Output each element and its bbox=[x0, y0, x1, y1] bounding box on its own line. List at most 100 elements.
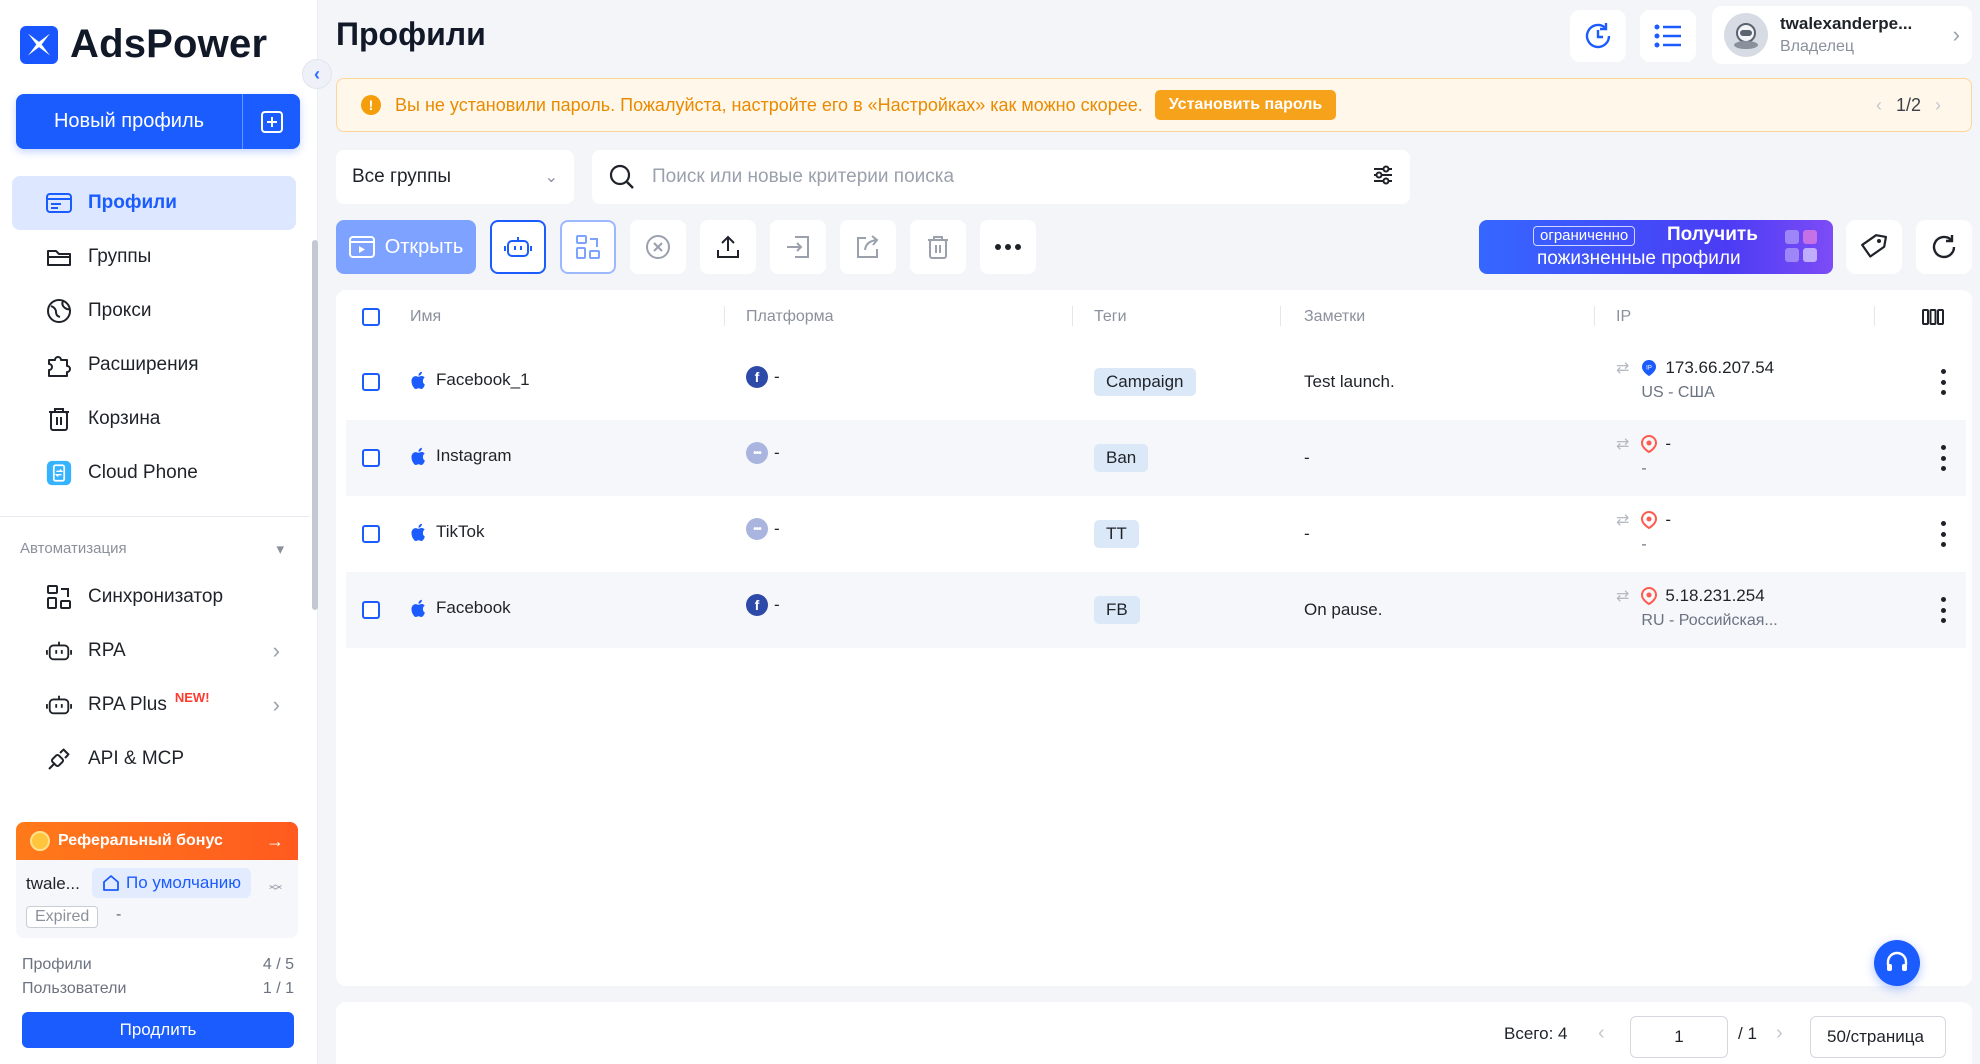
row-checkbox[interactable] bbox=[362, 525, 380, 543]
tag-manager-button[interactable] bbox=[1846, 220, 1902, 274]
table-row[interactable]: Facebook f - FB On pause. ⇄ 5.18.231.254… bbox=[346, 572, 1966, 648]
automation-section-header[interactable]: Автоматизация ▾ bbox=[20, 540, 284, 558]
robot-icon bbox=[46, 692, 72, 718]
search-input[interactable] bbox=[652, 166, 1372, 188]
move-to-group-button[interactable] bbox=[770, 220, 826, 274]
sidebar-item-synchronizer[interactable]: Синхронизатор bbox=[12, 570, 296, 624]
svg-text:IP: IP bbox=[1647, 366, 1653, 372]
page-number-input[interactable]: 1 bbox=[1630, 1016, 1728, 1058]
plug-icon bbox=[46, 746, 72, 772]
sidebar-item-groups[interactable]: Группы bbox=[12, 230, 296, 284]
profiles-toolbar: Открыть bbox=[336, 220, 1036, 274]
column-divider[interactable] bbox=[1874, 306, 1875, 326]
table-row[interactable]: TikTok ••• - TT - ⇄ - - bbox=[346, 496, 1966, 572]
column-header-platform[interactable]: Платформа bbox=[746, 290, 834, 344]
profile-name[interactable]: Instagram bbox=[436, 446, 512, 466]
set-password-button[interactable]: Установить пароль bbox=[1154, 90, 1337, 120]
column-header-notes[interactable]: Заметки bbox=[1304, 290, 1365, 344]
synchronizer-button[interactable] bbox=[560, 220, 616, 274]
column-header-name[interactable]: Имя bbox=[410, 290, 441, 344]
new-profile-button[interactable]: Новый профиль bbox=[16, 110, 242, 133]
open-profile-button[interactable]: Открыть bbox=[336, 220, 476, 274]
refresh-button[interactable] bbox=[1916, 220, 1972, 274]
task-list-button[interactable] bbox=[1640, 10, 1696, 62]
close-profile-button[interactable] bbox=[630, 220, 686, 274]
row-actions-icon[interactable] bbox=[1940, 369, 1946, 395]
upload-button[interactable] bbox=[700, 220, 756, 274]
referral-bonus-banner[interactable]: Реферальный бонус → bbox=[16, 822, 298, 860]
user-info: twalexanderpe... Владелец bbox=[1780, 14, 1912, 56]
sidebar-item-cloud-phone[interactable]: Cloud Phone bbox=[12, 446, 296, 500]
sidebar-item-profiles[interactable]: Профили bbox=[12, 176, 296, 230]
sync-icon bbox=[46, 584, 72, 610]
sync-status-button[interactable] bbox=[1570, 10, 1626, 62]
sidebar-item-rpa-plus[interactable]: RPA Plus NEW! › bbox=[12, 678, 296, 732]
tag-badge[interactable]: FB bbox=[1094, 596, 1140, 624]
tag-icon bbox=[1861, 234, 1888, 258]
sidebar-item-api-mcp[interactable]: API & MCP bbox=[12, 732, 296, 786]
pagination-bar: Всего: 4 ‹ 1 / 1 › 50/страница bbox=[336, 1002, 1972, 1064]
table-row[interactable]: Facebook_1 f - Campaign Test launch. ⇄ I… bbox=[346, 344, 1966, 420]
filter-settings-icon[interactable] bbox=[1372, 164, 1394, 191]
collapse-sidebar-button[interactable]: ‹ bbox=[302, 59, 332, 89]
profile-name[interactable]: TikTok bbox=[436, 522, 485, 542]
notes-cell[interactable]: - bbox=[1304, 524, 1310, 544]
row-actions-icon[interactable] bbox=[1940, 597, 1946, 623]
column-divider[interactable] bbox=[724, 306, 725, 326]
tags-cell: FB bbox=[1094, 596, 1140, 624]
notes-cell[interactable]: On pause. bbox=[1304, 600, 1382, 620]
column-settings-icon[interactable] bbox=[1922, 290, 1944, 344]
row-checkbox[interactable] bbox=[362, 373, 380, 391]
expand-toggle-icon[interactable]: ︿ ﹀ bbox=[269, 877, 282, 898]
sidebar-item-label: Cloud Phone bbox=[88, 462, 198, 483]
next-page-icon[interactable]: › bbox=[1776, 1022, 1783, 1045]
column-divider[interactable] bbox=[1072, 306, 1073, 326]
swap-icon[interactable]: ⇄ bbox=[1616, 434, 1629, 454]
swap-icon[interactable]: ⇄ bbox=[1616, 586, 1629, 606]
sidebar-item-rpa[interactable]: RPA › bbox=[12, 624, 296, 678]
extend-button[interactable]: Продлить bbox=[22, 1012, 294, 1048]
delete-button[interactable] bbox=[910, 220, 966, 274]
chevron-right-icon: › bbox=[272, 692, 280, 717]
swap-icon[interactable]: ⇄ bbox=[1616, 510, 1629, 530]
profile-name[interactable]: Facebook_1 bbox=[436, 370, 530, 390]
sidebar-item-extensions[interactable]: Расширения bbox=[12, 338, 296, 392]
home-icon bbox=[103, 875, 119, 891]
table-row[interactable]: Instagram ••• - Ban - ⇄ - - bbox=[346, 420, 1966, 496]
profile-name[interactable]: Facebook bbox=[436, 598, 511, 618]
sidebar-item-trash[interactable]: Корзина bbox=[12, 392, 296, 446]
chevron-right-icon[interactable]: › bbox=[1935, 95, 1941, 116]
chevron-left-icon[interactable]: ‹ bbox=[1876, 95, 1882, 116]
notes-cell[interactable]: - bbox=[1304, 448, 1310, 468]
column-header-tags[interactable]: Теги bbox=[1094, 290, 1127, 344]
column-header-ip[interactable]: IP bbox=[1616, 290, 1631, 344]
prev-page-icon[interactable]: ‹ bbox=[1598, 1022, 1605, 1045]
sidebar-scrollbar[interactable] bbox=[312, 240, 318, 610]
batch-create-button[interactable] bbox=[243, 110, 300, 133]
more-actions-button[interactable] bbox=[980, 220, 1036, 274]
workspace-switcher[interactable]: twale... По умолчанию ︿ ﹀ Expired - bbox=[16, 860, 298, 938]
tag-badge[interactable]: TT bbox=[1094, 520, 1139, 548]
group-select[interactable]: Все группы ⌄ bbox=[336, 150, 574, 204]
tag-badge[interactable]: Campaign bbox=[1094, 368, 1196, 396]
lifetime-profiles-promo[interactable]: ограниченно Получить пожизненные профили bbox=[1479, 220, 1833, 274]
column-divider[interactable] bbox=[1594, 306, 1595, 326]
swap-icon[interactable]: ⇄ bbox=[1616, 358, 1629, 378]
rpa-button[interactable] bbox=[490, 220, 546, 274]
quota-value: 4 / 5 bbox=[262, 956, 294, 973]
row-checkbox[interactable] bbox=[362, 601, 380, 619]
share-button[interactable] bbox=[840, 220, 896, 274]
sidebar-item-proxy[interactable]: Прокси bbox=[12, 284, 296, 338]
workspace-badge[interactable]: По умолчанию bbox=[92, 868, 251, 898]
app-logo[interactable]: AdsPower bbox=[20, 22, 267, 67]
row-actions-icon[interactable] bbox=[1940, 445, 1946, 471]
select-all-checkbox[interactable] bbox=[362, 308, 380, 326]
support-chat-button[interactable] bbox=[1874, 940, 1920, 986]
row-actions-icon[interactable] bbox=[1940, 521, 1946, 547]
user-menu[interactable]: twalexanderpe... Владелец › bbox=[1712, 6, 1972, 64]
page-size-select[interactable]: 50/страница bbox=[1810, 1016, 1946, 1058]
tag-badge[interactable]: Ban bbox=[1094, 444, 1149, 472]
notes-cell[interactable]: Test launch. bbox=[1304, 372, 1395, 392]
column-divider[interactable] bbox=[1280, 306, 1281, 326]
row-checkbox[interactable] bbox=[362, 449, 380, 467]
